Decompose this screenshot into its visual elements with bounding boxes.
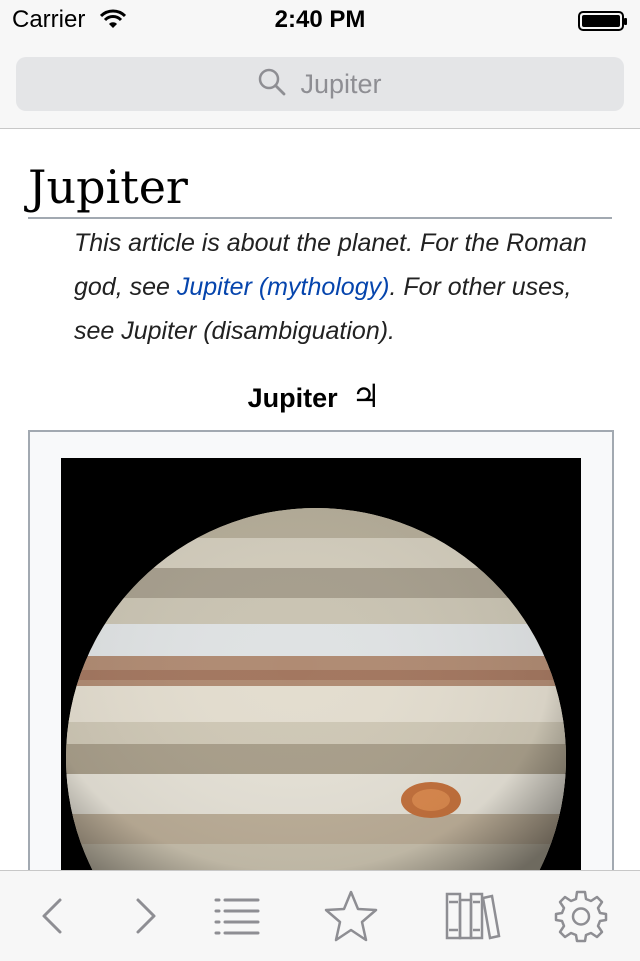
back-icon xyxy=(42,898,62,934)
mythology-link[interactable]: Jupiter (mythology) xyxy=(177,273,390,301)
settings-gear-icon xyxy=(554,890,608,943)
bottom-toolbar xyxy=(0,870,640,961)
forward-icon xyxy=(136,898,156,934)
search-query: Jupiter xyxy=(300,68,382,99)
search-header: Jupiter xyxy=(0,40,640,129)
clock: 2:40 PM xyxy=(274,6,366,33)
jupiter-image[interactable] xyxy=(61,458,581,870)
bookmark-button[interactable] xyxy=(306,871,396,961)
infobox-title: Jupiter xyxy=(247,383,338,413)
search-icon xyxy=(258,68,286,101)
library-icon xyxy=(445,892,501,940)
jupiter-symbol-icon: ♃ xyxy=(351,377,381,415)
page-title: Jupiter xyxy=(28,159,612,219)
infobox-caption: Jupiter ♃ xyxy=(0,377,628,415)
settings-button[interactable] xyxy=(536,871,626,961)
battery-icon xyxy=(578,11,628,36)
status-bar: Carrier 2:40 PM xyxy=(0,0,640,40)
hatnote: This article is about the planet. For th… xyxy=(74,221,614,353)
library-button[interactable] xyxy=(428,871,518,961)
bookmark-star-icon xyxy=(324,890,378,942)
back-button[interactable] xyxy=(8,871,98,961)
table-of-contents-button[interactable] xyxy=(192,871,282,961)
infobox xyxy=(28,430,614,870)
forward-button[interactable] xyxy=(100,871,190,961)
search-input[interactable]: Jupiter xyxy=(16,57,624,111)
article-content[interactable]: Jupiter This article is about the planet… xyxy=(0,129,640,870)
table-of-contents-icon xyxy=(214,898,260,935)
